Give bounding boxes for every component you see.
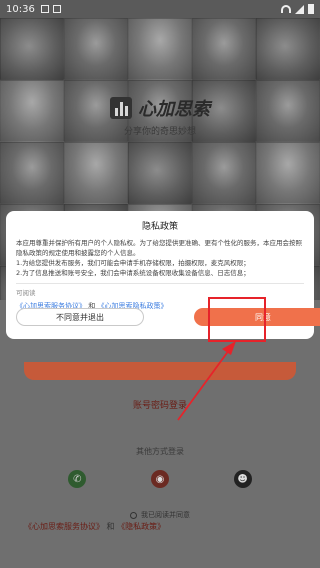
dialog-paragraph: 1.为给您提供发布服务，我们可能会申请手机存储权限，拍摄权限，麦克风权限；: [16, 259, 250, 267]
app-logo: 心加思索: [0, 95, 320, 121]
agree-row[interactable]: 我已阅读并同意: [0, 510, 320, 520]
bottom-and: 和: [106, 522, 115, 531]
disagree-button[interactable]: 不同意并退出: [16, 308, 144, 326]
read-label: 可阅读: [16, 289, 36, 297]
bottom-service-link[interactable]: 《心加思索服务协议》: [24, 522, 104, 531]
bottom-links: 《心加思索服务协议》 和 《隐私政策》: [24, 521, 165, 532]
social-login-row: ✆ ◉ ☻: [0, 470, 320, 488]
status-time: 10:36: [6, 3, 35, 15]
account-login-link[interactable]: 账号密码登录: [0, 398, 320, 411]
highlight-box: [208, 297, 266, 342]
privacy-dialog: 隐私政策 本应用尊重并保护所有用户的个人隐私权。为了给您提供更准确、更有个性化的…: [6, 211, 320, 339]
other-login-label: 其他方式登录: [136, 447, 184, 456]
logo-icon: [110, 97, 132, 119]
divider: [16, 283, 304, 284]
weibo-icon[interactable]: ◉: [150, 470, 169, 488]
tagline: 分享你的奇思妙想: [123, 127, 196, 137]
bottom-privacy-link[interactable]: 《隐私政策》: [117, 522, 165, 531]
notification-icon: [40, 5, 49, 13]
dialog-paragraph: 本应用尊重并保护所有用户的个人隐私权。为了给您提供更准确、更有个性化的服务，本应…: [16, 239, 302, 257]
app-name: 心加思索: [138, 99, 210, 120]
agree-text: 我已阅读并同意: [141, 511, 190, 519]
signal-icon: [295, 4, 304, 14]
dialog-body: 本应用尊重并保护所有用户的个人隐私权。为了给您提供更准确、更有个性化的服务，本应…: [16, 238, 304, 278]
dialog-title: 隐私政策: [141, 222, 178, 232]
battery-icon: [308, 4, 314, 14]
status-bar: 10:36: [0, 0, 320, 18]
qq-icon[interactable]: ☻: [233, 470, 252, 488]
media-icon: [52, 5, 61, 13]
login-button-background: [24, 362, 296, 380]
wifi-icon: [281, 5, 291, 13]
wechat-icon[interactable]: ✆: [68, 470, 87, 488]
dialog-paragraph: 2.为了信息推送和账号安全，我们会申请系统设备权限收集设备信息、日志信息；: [16, 269, 250, 277]
agree-checkbox[interactable]: [130, 511, 137, 519]
